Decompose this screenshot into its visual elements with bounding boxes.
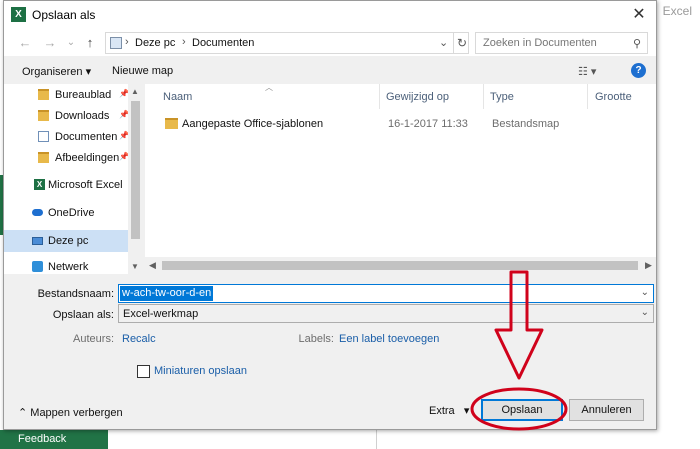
save-as-dialog: X Opslaan als ✕ ← → ⌄ ↑ › Deze pc › Docu… [3, 0, 657, 430]
organize-button[interactable]: Organiseren ▾ [22, 65, 91, 78]
tools-label: Extra [429, 405, 455, 417]
scroll-down-icon[interactable]: ▼ [131, 262, 139, 271]
sort-ascending-icon: ︿ [265, 83, 273, 92]
scrollbar-thumb[interactable] [131, 101, 140, 239]
feedback-button[interactable]: Feedback [0, 430, 108, 449]
sidebar-item-microsoft-excel[interactable]: X Microsoft Excel [4, 174, 128, 196]
hide-folders-label: Mappen verbergen [30, 407, 123, 419]
scroll-up-icon[interactable]: ▲ [131, 87, 139, 96]
scrollbar-thumb[interactable] [162, 261, 638, 270]
save-type-label: Opslaan als: [52, 309, 114, 321]
sidebar-item-network[interactable]: Netwerk [4, 256, 128, 278]
authors-label: Auteurs: [73, 333, 114, 345]
pictures-icon [38, 152, 49, 163]
recent-locations-icon[interactable]: ⌄ [62, 34, 80, 52]
cancel-button[interactable]: Annuleren [569, 399, 644, 421]
sidebar-item-this-pc[interactable]: Deze pc [4, 230, 128, 252]
dialog-title: Opslaan als [32, 8, 96, 22]
up-arrow-icon[interactable]: ↑ [81, 34, 99, 52]
save-thumbnail-checkbox[interactable] [137, 365, 150, 378]
scroll-right-icon[interactable]: ▶ [645, 260, 652, 271]
filename-field[interactable]: w-ach-tw-oor-d-en ⌄ [118, 284, 654, 303]
dropdown-arrow-icon: ▾ [463, 405, 470, 417]
chevron-right-icon: › [125, 36, 129, 48]
close-button[interactable]: ✕ [622, 1, 656, 30]
computer-icon [110, 37, 122, 49]
horizontal-scrollbar[interactable]: ◀ ▶ [145, 257, 656, 274]
dialog-titlebar: X Opslaan als ✕ [4, 1, 656, 30]
tools-menu-button[interactable]: Extra ▾ [429, 404, 469, 417]
network-icon [32, 261, 43, 272]
scroll-left-icon[interactable]: ◀ [149, 260, 156, 271]
table-row[interactable]: Aangepaste Office-sjablonen 16-1-2017 11… [157, 115, 637, 133]
authors-value[interactable]: Recalc [122, 333, 156, 345]
sidebar-item-label: Downloads [55, 110, 110, 122]
save-type-value: Excel-werkmap [123, 308, 199, 320]
sidebar-item-label: Deze pc [48, 235, 89, 247]
view-options-icon[interactable]: ☷ ▾ [578, 65, 596, 78]
sidebar-item-downloads[interactable]: Downloads 📌 [4, 105, 129, 127]
sidebar-item-label: Microsoft Excel [48, 179, 123, 191]
chevron-up-icon: ⌃ [18, 407, 28, 419]
filename-label: Bestandsnaam: [37, 288, 114, 300]
download-icon [38, 110, 49, 121]
search-placeholder: Zoeken in Documenten [483, 37, 597, 49]
sidebar-item-label: Netwerk [48, 261, 89, 273]
cloud-icon [32, 209, 43, 216]
folder-icon [165, 118, 178, 129]
sidebar-item-pictures[interactable]: Afbeeldingen 📌 [4, 147, 129, 169]
new-folder-button[interactable]: Nieuwe map [112, 65, 173, 77]
hide-folders-toggle[interactable]: ⌃ Mappen verbergen [18, 406, 123, 419]
chevron-down-icon[interactable]: ⌄ [641, 287, 649, 298]
excel-app-icon: X [11, 7, 26, 22]
sidebar-item-label: Bureaublad [55, 89, 112, 101]
sidebar-item-label: OneDrive [48, 207, 95, 219]
chevron-down-icon[interactable]: ⌄ [641, 307, 649, 318]
computer-icon [32, 237, 43, 245]
excel-icon: X [34, 179, 45, 190]
column-header-type[interactable]: Type [490, 91, 514, 103]
refresh-icon[interactable]: ↻ [453, 33, 470, 53]
sidebar-item-label: Documenten [55, 131, 118, 143]
chevron-right-icon: › [182, 36, 186, 48]
file-type: Bestandsmap [492, 118, 560, 130]
document-icon [38, 131, 49, 142]
save-button[interactable]: Opslaan [481, 399, 563, 421]
address-bar[interactable]: › Deze pc › Documenten ⌄ ↻ [105, 32, 469, 54]
column-header-size[interactable]: Grootte [595, 91, 632, 103]
background-app-title: Excel [662, 4, 692, 18]
navigation-pane: Bureaublad 📌 Downloads 📌 Documenten 📌 Af… [4, 84, 143, 274]
forward-arrow-icon[interactable]: → [41, 34, 59, 52]
file-name: Aangepaste Office-sjablonen [182, 118, 324, 130]
breadcrumb-this-pc[interactable]: Deze pc [135, 37, 175, 49]
save-type-select[interactable]: Excel-werkmap ⌄ [118, 304, 654, 323]
filename-value[interactable]: w-ach-tw-oor-d-en [120, 286, 214, 301]
breadcrumb-documents[interactable]: Documenten [192, 37, 254, 49]
search-input[interactable]: Zoeken in Documenten ⚲ [475, 32, 648, 54]
column-header-name[interactable]: Naam [163, 91, 192, 103]
column-separator[interactable] [379, 84, 380, 109]
save-thumbnail-label[interactable]: Miniaturen opslaan [154, 365, 247, 377]
address-row: ← → ⌄ ↑ › Deze pc › Documenten ⌄ ↻ Zoeke… [4, 30, 656, 56]
sidebar-item-desktop[interactable]: Bureaublad 📌 [4, 84, 129, 106]
add-tag-link[interactable]: Een label toevoegen [339, 333, 439, 345]
folder-icon [38, 89, 49, 100]
help-icon[interactable]: ? [631, 63, 646, 78]
search-icon[interactable]: ⚲ [633, 37, 641, 50]
background-divider [376, 430, 377, 449]
sidebar-scrollbar[interactable]: ▲ ▼ [128, 84, 143, 274]
back-arrow-icon[interactable]: ← [16, 34, 34, 52]
file-modified: 16-1-2017 11:33 [388, 118, 468, 130]
chevron-down-icon[interactable]: ⌄ [439, 36, 448, 49]
command-toolbar: Organiseren ▾ Nieuwe map ☷ ▾ ? [4, 56, 656, 84]
sidebar-item-documents[interactable]: Documenten 📌 [4, 126, 129, 148]
tags-label: Labels: [298, 333, 334, 345]
sidebar-item-onedrive[interactable]: OneDrive [4, 202, 128, 224]
column-separator[interactable] [587, 84, 588, 109]
column-header-modified[interactable]: Gewijzigd op [386, 91, 449, 103]
sidebar-item-label: Afbeeldingen [55, 152, 120, 164]
column-separator[interactable] [483, 84, 484, 109]
file-list: ︿ Naam Gewijzigd op Type Grootte Aangepa… [145, 83, 656, 274]
